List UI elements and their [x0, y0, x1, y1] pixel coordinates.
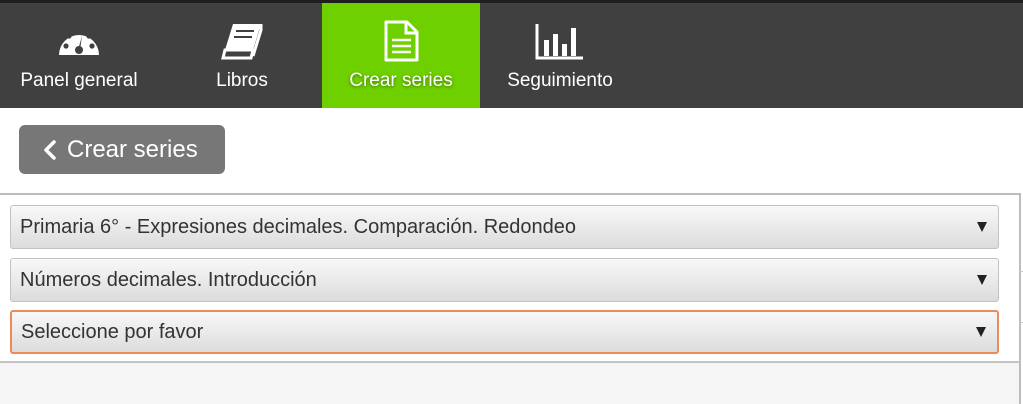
dashboard-gauge-icon	[57, 21, 101, 61]
topic-select[interactable]: Números decimales. Introducción	[10, 258, 999, 302]
top-navigation-bar: Panel general Libros Crear series Seguim…	[0, 0, 1023, 108]
nav-item-label: Crear series	[349, 70, 453, 91]
content-area	[0, 363, 1021, 404]
course-select[interactable]: Primaria 6° - Expresiones decimales. Com…	[10, 205, 999, 249]
dropdown-arrow-icon	[976, 327, 986, 337]
dropdown-arrow-icon	[977, 222, 987, 232]
subtopic-select-value: Seleccione por favor	[21, 320, 204, 343]
nav-item-label: Libros	[216, 70, 268, 91]
chevron-left-icon	[44, 139, 56, 160]
course-select-value: Primaria 6° - Expresiones decimales. Com…	[20, 215, 577, 238]
divider	[1019, 322, 1023, 323]
topic-select-value: Números decimales. Introducción	[20, 268, 317, 291]
nav-item-libros[interactable]: Libros	[163, 3, 321, 108]
document-icon	[383, 20, 419, 62]
nav-item-label: Seguimiento	[507, 70, 613, 91]
nav-item-seguimiento[interactable]: Seguimiento	[482, 3, 638, 108]
dropdown-arrow-icon	[977, 275, 987, 285]
nav-item-crear-series[interactable]: Crear series	[322, 3, 480, 108]
back-button-label: Crear series	[67, 135, 198, 163]
subtopic-select[interactable]: Seleccione por favor	[10, 310, 999, 354]
nav-item-label: Panel general	[20, 70, 138, 91]
back-button[interactable]: Crear series	[19, 125, 225, 174]
bar-chart-icon	[535, 21, 585, 61]
series-filter-panel: Primaria 6° - Expresiones decimales. Com…	[0, 193, 1021, 363]
book-icon	[221, 21, 263, 61]
nav-item-panel-general[interactable]: Panel general	[0, 3, 158, 108]
divider	[1019, 271, 1023, 272]
